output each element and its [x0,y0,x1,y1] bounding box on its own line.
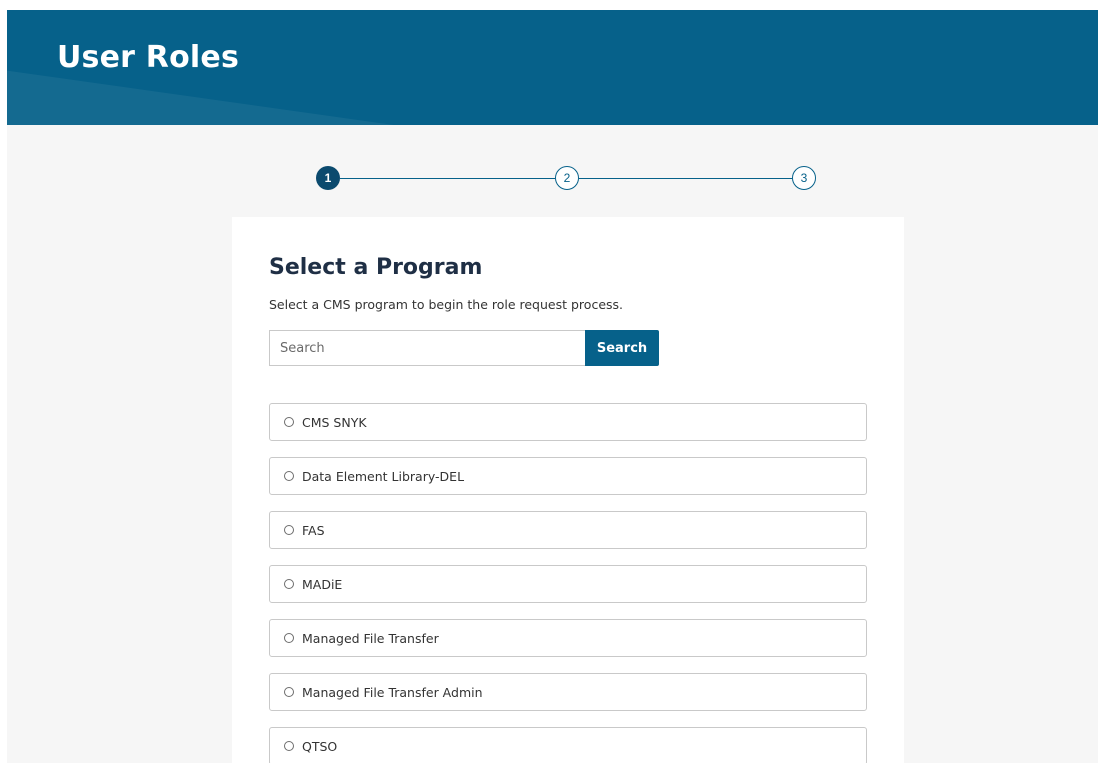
step-1-indicator: 1 [316,166,340,190]
stepper-connector [340,178,555,179]
section-heading: Select a Program [269,255,483,280]
stepper-connector [579,178,792,179]
program-option-madie[interactable]: MADiE [269,565,867,603]
radio-button-icon[interactable] [284,471,294,481]
progress-stepper: 1 2 3 [7,10,1098,210]
program-list: CMS SNYK Data Element Library-DEL FAS MA… [269,403,867,763]
radio-button-icon[interactable] [284,579,294,589]
program-selection-card: Select a Program Select a CMS program to… [232,217,904,763]
program-option-label: Managed File Transfer [302,630,439,646]
search-bar: Search [269,330,659,366]
program-option-label: Managed File Transfer Admin [302,684,483,700]
program-option-managed-file-transfer-admin[interactable]: Managed File Transfer Admin [269,673,867,711]
program-option-label: FAS [302,522,325,538]
search-input[interactable] [269,330,606,366]
section-description: Select a CMS program to begin the role r… [269,297,624,312]
search-button[interactable]: Search [585,330,659,366]
program-option-data-element-library[interactable]: Data Element Library-DEL [269,457,867,495]
page-frame: User Roles 1 2 3 Select a Program Select… [7,10,1098,763]
radio-button-icon[interactable] [284,633,294,643]
program-option-label: Data Element Library-DEL [302,468,465,484]
radio-button-icon[interactable] [284,741,294,751]
program-option-cms-snyk[interactable]: CMS SNYK [269,403,867,441]
program-option-label: CMS SNYK [302,414,367,430]
program-option-label: QTSO [302,738,338,754]
step-2-indicator: 2 [555,166,579,190]
radio-button-icon[interactable] [284,687,294,697]
program-option-fas[interactable]: FAS [269,511,867,549]
radio-button-icon[interactable] [284,525,294,535]
step-3-indicator: 3 [792,166,816,190]
radio-button-icon[interactable] [284,417,294,427]
program-option-label: MADiE [302,576,343,592]
program-option-managed-file-transfer[interactable]: Managed File Transfer [269,619,867,657]
program-option-qtso[interactable]: QTSO [269,727,867,763]
